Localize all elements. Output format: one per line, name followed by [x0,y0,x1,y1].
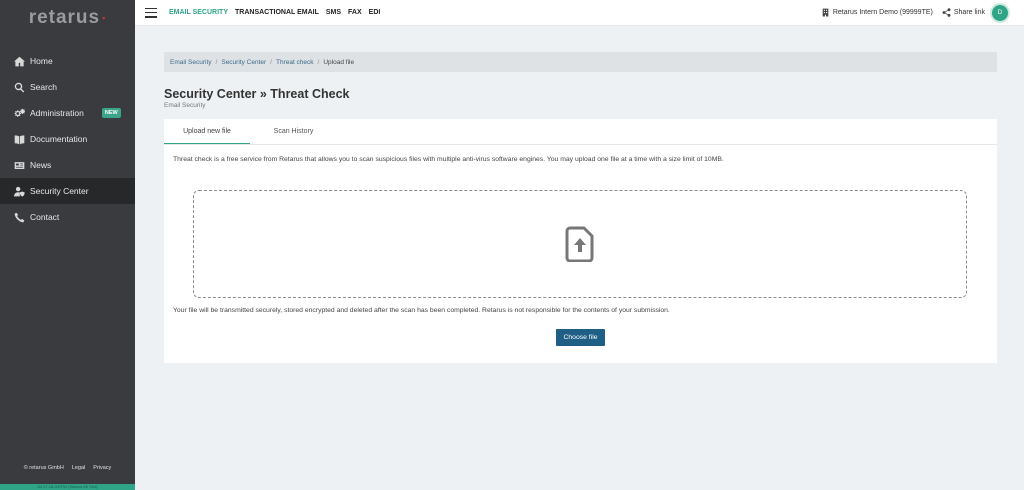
secure-transmission-note: Your file will be transmitted securely, … [173,307,670,314]
share-icon [942,8,951,17]
hamburger-menu-icon[interactable] [145,7,157,19]
sidebar-item-label: News [30,160,52,170]
book-icon [13,133,25,145]
account-selector[interactable]: Retarus Intern Demo (99999TE) [821,8,933,17]
breadcrumb-threat-check[interactable]: Threat check [276,59,314,66]
page-title: Security Center » Threat Check [164,87,350,101]
share-link-button[interactable]: Share link [942,8,985,17]
threat-check-info: Threat check is a free service from Reta… [173,156,724,163]
legal-link[interactable]: Legal [72,465,85,471]
breadcrumb-separator: / [215,58,218,66]
breadcrumb: Email Security / Security Center / Threa… [164,52,997,72]
product-nav: EMAIL SECURITY TRANSACTIONAL EMAIL SMS F… [169,9,380,16]
file-upload-icon [565,226,594,262]
search-icon [13,81,25,93]
threat-check-panel: Upload new file Scan History Threat chec… [164,119,997,363]
share-link-label: Share link [953,9,985,16]
sidebar-item-administration[interactable]: Administration NEW [0,100,135,126]
nav-edi[interactable]: EDI [369,9,381,16]
sidebar-item-documentation[interactable]: Documentation [0,126,135,152]
sidebar-footer: © retarus GmbH Legal Privacy [0,465,135,471]
logo-accent: ▪ [102,13,107,23]
gears-icon [13,107,25,119]
nav-email-security[interactable]: EMAIL SECURITY [169,9,228,16]
sidebar-item-label: Contact [30,212,60,222]
sidebar-item-label: Administration [30,108,84,118]
tab-upload-new-file[interactable]: Upload new file [164,119,250,144]
version-bar: 64.17.16-GHT51 (Stanza 65 X64) [0,484,135,490]
building-icon [822,8,829,17]
sidebar-item-home[interactable]: Home [0,48,135,74]
sidebar-item-label: Search [30,82,57,92]
sidebar-item-label: Home [30,56,53,66]
breadcrumb-current: Upload file [323,58,355,66]
topbar-right: Retarus Intern Demo (99999TE) Share link… [821,4,1024,21]
logo-text: retarus [28,7,101,28]
breadcrumb-separator: / [317,58,320,66]
sidebar-item-search[interactable]: Search [0,74,135,100]
new-badge: NEW [101,108,121,118]
copyright-text: © retarus GmbH [23,465,64,471]
breadcrumb-security-center[interactable]: Security Center [221,59,266,66]
nav-fax[interactable]: FAX [348,9,362,16]
newspaper-icon [13,159,25,171]
tab-scan-history[interactable]: Scan History [250,119,337,144]
retarus-logo[interactable]: retarus ▪ [0,0,135,36]
phone-icon [13,211,25,223]
sidebar-item-news[interactable]: News [0,152,135,178]
account-name: Retarus Intern Demo (99999TE) [832,9,933,16]
user-shield-icon [13,185,25,197]
sidebar-nav: Home Search Administration NEW Documenta… [0,48,135,230]
privacy-link[interactable]: Privacy [93,465,111,471]
sidebar-item-security-center[interactable]: Security Center [0,178,135,204]
page-subtitle: Email Security [164,102,206,109]
breadcrumb-separator: / [270,58,272,66]
sidebar-item-label: Documentation [30,134,88,144]
topbar: EMAIL SECURITY TRANSACTIONAL EMAIL SMS F… [135,0,1024,26]
choose-file-button[interactable]: Choose file [556,329,605,346]
tab-bar: Upload new file Scan History [164,119,997,145]
sidebar-item-label: Security Center [30,186,89,196]
nav-sms[interactable]: SMS [326,9,341,16]
file-dropzone[interactable] [193,190,967,298]
avatar[interactable]: D [992,4,1008,21]
breadcrumb-email-security[interactable]: Email Security [170,59,212,66]
home-icon [13,55,25,67]
nav-transactional-email[interactable]: TRANSACTIONAL EMAIL [235,9,319,16]
sidebar: retarus ▪ Home Search Administration NEW … [0,0,135,490]
sidebar-item-contact[interactable]: Contact [0,204,135,230]
